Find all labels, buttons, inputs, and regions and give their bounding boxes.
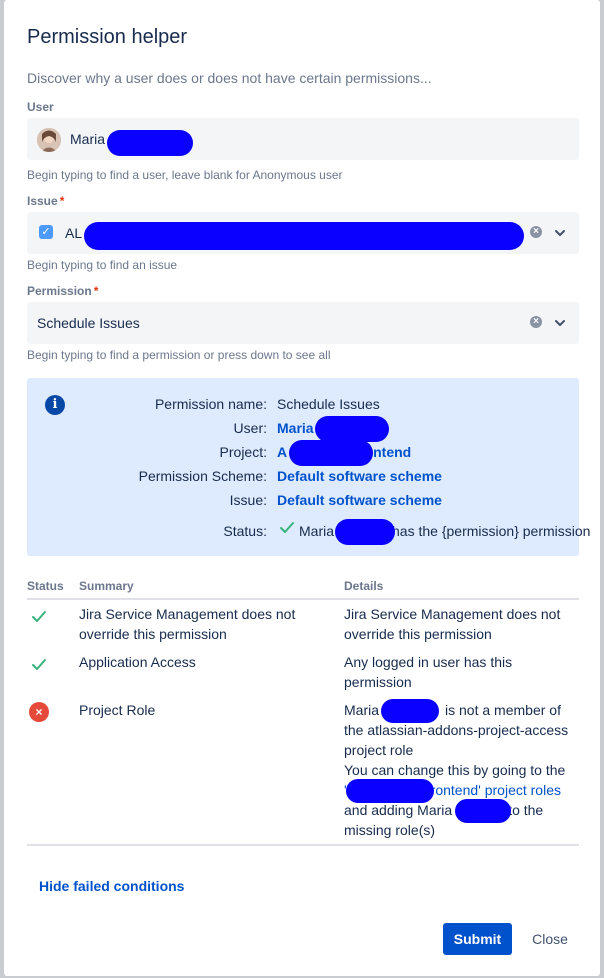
close-button[interactable]: Close	[522, 923, 578, 955]
user-help-text: Begin typing to find a user, leave blank…	[27, 168, 343, 182]
summary-key: Permission Scheme:	[138, 468, 267, 484]
details-line: Maria is not a member of	[344, 700, 568, 720]
summary-key: User:	[233, 420, 267, 436]
redaction-mark	[381, 699, 439, 723]
project-link-prefix: A	[277, 444, 288, 460]
summary-key: Issue:	[229, 492, 267, 508]
table-header-divider	[27, 598, 579, 600]
redaction-mark	[455, 799, 511, 823]
permission-help-text: Begin typing to find a permission or pre…	[27, 348, 331, 362]
submit-button[interactable]: Submit	[443, 923, 512, 955]
redaction-mark	[346, 779, 434, 803]
chevron-down-icon[interactable]	[553, 316, 567, 330]
details-fragment: Maria	[344, 702, 380, 718]
details-line: Any logged in user has this	[344, 654, 513, 670]
permission-label: Permission *	[27, 284, 98, 298]
issue-label-text: Issue	[27, 194, 58, 208]
user-field[interactable]: Maria	[27, 118, 579, 160]
user-label-text: User	[27, 100, 54, 114]
redaction-mark	[335, 519, 395, 545]
user-value: Maria	[70, 131, 106, 147]
issue-label: Issue *	[27, 194, 64, 208]
status-text-suffix: has the {permission} permission	[392, 523, 591, 539]
permission-value: Schedule Issues	[37, 315, 140, 331]
details-line: override this permission	[344, 626, 492, 642]
permission-label-text: Permission	[27, 284, 92, 298]
details-fragment: is not a member of	[445, 702, 561, 718]
details-line: Jira Service Management does not	[344, 606, 561, 622]
user-link[interactable]: Maria	[277, 420, 314, 436]
table-row-summary: Project Role	[79, 700, 155, 720]
details-line: project role	[344, 742, 414, 758]
info-icon: i	[45, 395, 65, 415]
table-row-summary: Application Access	[79, 652, 196, 672]
permission-select[interactable]: Schedule Issues ×	[27, 302, 579, 344]
redaction-mark	[107, 130, 193, 156]
issue-select[interactable]: ✓ AL ×	[27, 212, 579, 254]
details-fragment: to the	[508, 802, 544, 818]
summary-line: override this permission	[79, 626, 227, 642]
clear-icon[interactable]: ×	[530, 226, 542, 238]
error-icon: ×	[29, 702, 49, 722]
link-fragment: rontend' project roles	[430, 782, 561, 798]
column-header-status: Status	[27, 579, 64, 593]
summary-line: Jira Service Management does not	[79, 606, 296, 622]
clear-icon[interactable]: ×	[530, 316, 542, 328]
column-header-summary: Summary	[79, 579, 134, 593]
issue-value: AL	[65, 225, 83, 241]
check-icon	[32, 611, 46, 622]
redaction-mark	[84, 222, 524, 250]
details-fragment: and adding Maria	[344, 802, 453, 818]
details-line: permission	[344, 674, 412, 690]
details-line: missing role(s)	[344, 822, 436, 838]
table-bottom-divider	[27, 844, 579, 846]
redaction-mark	[315, 416, 389, 442]
issue-type-icon: ✓	[39, 225, 53, 239]
hide-failed-conditions-link[interactable]: Hide failed conditions	[39, 878, 184, 894]
check-icon	[280, 522, 294, 533]
issue-help-text: Begin typing to find an issue	[27, 258, 178, 272]
required-marker: *	[59, 194, 65, 208]
chevron-down-icon[interactable]	[553, 226, 567, 240]
issue-scheme-link[interactable]: Default software scheme	[277, 492, 442, 508]
dialog-description: Discover why a user does or does not hav…	[27, 70, 432, 86]
avatar	[37, 128, 61, 152]
permission-scheme-link[interactable]: Default software scheme	[277, 468, 442, 484]
table-row-details: Any logged in user has this permission	[344, 652, 512, 692]
check-icon	[32, 659, 46, 670]
summary-line: Application Access	[79, 654, 196, 670]
status-text-prefix: Maria	[299, 523, 335, 539]
redaction-mark	[289, 440, 373, 466]
column-header-details: Details	[344, 579, 384, 593]
details-line: You can change this by going to the	[344, 762, 566, 778]
permission-helper-dialog: Permission helper Discover why a user do…	[4, 0, 600, 976]
summary-key: Status:	[223, 523, 267, 539]
user-label: User	[27, 100, 54, 114]
required-marker: *	[93, 284, 99, 298]
table-row-summary: Jira Service Management does not overrid…	[79, 604, 295, 644]
table-row-details: Jira Service Management does not overrid…	[344, 604, 560, 644]
table-row-details: Maria is not a member of the atlassian-ad…	[344, 700, 568, 840]
summary-key: Permission name:	[154, 396, 267, 412]
summary-value: Schedule Issues	[277, 396, 380, 412]
dialog-title: Permission helper	[27, 26, 188, 48]
details-line: the atlassian-addons-project-access	[344, 722, 569, 738]
summary-line: Project Role	[79, 702, 156, 718]
permission-summary-panel: i Permission name: Schedule Issues User:…	[27, 378, 590, 556]
summary-key: Project:	[219, 444, 267, 460]
